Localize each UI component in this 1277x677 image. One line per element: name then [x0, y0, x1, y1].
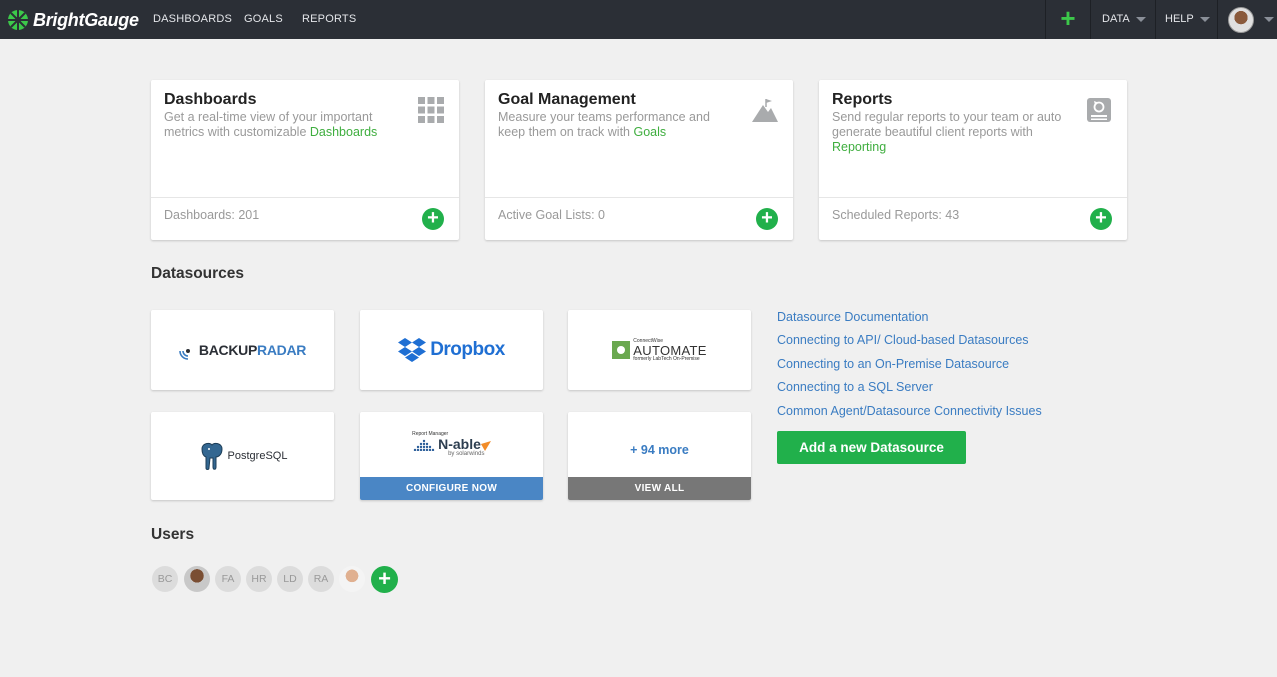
configure-now-button[interactable]: CONFIGURE NOW — [360, 477, 543, 500]
postgresql-text: PostgreSQL — [227, 450, 288, 462]
more-datasources: + 94 more — [568, 412, 751, 487]
dashboards-link[interactable]: Dashboards — [310, 125, 377, 139]
user-avatar-fa[interactable]: FA — [215, 566, 241, 592]
elephant-icon — [201, 442, 223, 470]
scheduled-reports-count: Scheduled Reports: 43 — [832, 208, 960, 222]
doc-link-on-premise[interactable]: Connecting to an On-Premise Datasource — [777, 357, 1009, 371]
backupradar-text-a: BACKUP — [198, 342, 258, 358]
chevron-down-icon — [1199, 16, 1210, 22]
card-footer: Dashboards: 201 + — [151, 197, 459, 240]
doc-link-documentation[interactable]: Datasource Documentation — [777, 310, 928, 324]
view-all-button[interactable]: VIEW ALL — [568, 477, 751, 500]
user-avatar-ra[interactable]: RA — [308, 566, 334, 592]
help-menu[interactable]: HELP — [1165, 0, 1210, 39]
dropbox-icon — [398, 338, 427, 362]
automate-small-bottom: formerly LabTech On-Premise — [633, 355, 700, 362]
dropbox-logo: Dropbox — [360, 310, 543, 390]
radar-icon — [179, 349, 190, 360]
add-plus-icon[interactable]: + — [1056, 5, 1080, 31]
card-title: Goal Management — [498, 91, 636, 108]
doc-link-sql-server[interactable]: Connecting to a SQL Server — [777, 380, 933, 394]
datasource-backupradar[interactable]: BACKUP RADAR — [151, 310, 334, 390]
chevron-down-icon — [1135, 16, 1146, 22]
add-dashboard-button[interactable]: + — [422, 208, 444, 230]
automate-logo: ConnectWise AUTOMATE formerly LabTech On… — [568, 310, 751, 390]
add-report-button[interactable]: + — [1090, 208, 1112, 230]
users-heading: Users — [151, 526, 195, 543]
data-menu-label: DATA — [1102, 13, 1130, 25]
user-avatar-ld[interactable]: LD — [277, 566, 303, 592]
chevron-down-icon[interactable] — [1264, 17, 1274, 22]
top-navbar: BrightGauge DASHBOARDS GOALS REPORTS + D… — [0, 0, 1277, 39]
datasource-dropbox[interactable]: Dropbox — [360, 310, 543, 390]
backupradar-logo: BACKUP RADAR — [151, 310, 334, 390]
card-description: Send regular reports to your team or aut… — [832, 110, 1062, 154]
backupradar-text-b: RADAR — [257, 342, 307, 358]
brand-logo[interactable]: BrightGauge — [7, 8, 139, 32]
card-description: Measure your teams performance and keep … — [498, 110, 710, 139]
data-menu[interactable]: DATA — [1102, 0, 1146, 39]
brand-name: BrightGauge — [33, 9, 139, 30]
automate-text: AUTOMATE — [633, 342, 707, 358]
user-avatar-photo[interactable] — [184, 566, 210, 592]
nav-goals[interactable]: GOALS — [244, 0, 283, 39]
goal-lists-count: Active Goal Lists: 0 — [498, 208, 605, 222]
report-icon — [1087, 98, 1111, 122]
card-description: Get a real-time view of your important m… — [164, 110, 378, 139]
datasources-heading: Datasources — [151, 265, 245, 282]
help-menu-label: HELP — [1165, 13, 1194, 25]
card-footer: Active Goal Lists: 0 + — [485, 197, 793, 240]
nable-small-bottom: by solarwinds — [448, 451, 485, 457]
nav-divider — [1217, 0, 1218, 39]
nable-triangle-icon — [413, 439, 435, 451]
datasource-postgresql[interactable]: PostgreSQL — [151, 412, 334, 500]
doc-link-connectivity-issues[interactable]: Common Agent/Datasource Connectivity Iss… — [777, 404, 1042, 418]
reporting-link[interactable]: Reporting — [832, 140, 886, 154]
connectwise-icon — [612, 341, 631, 359]
user-avatar-bc[interactable]: BC — [152, 566, 178, 592]
datasource-more[interactable]: + 94 more VIEW ALL — [568, 412, 751, 500]
user-avatar-photo[interactable] — [339, 566, 365, 592]
reports-card: Reports Send regular reports to your tea… — [819, 80, 1127, 240]
solarwinds-swoosh-icon — [480, 441, 491, 451]
brightgauge-logo-icon — [8, 10, 28, 30]
add-datasource-button[interactable]: Add a new Datasource — [777, 431, 966, 464]
postgresql-logo: PostgreSQL — [151, 412, 334, 500]
datasource-nable[interactable]: Report Manager N-able by solarwinds CONF… — [360, 412, 543, 500]
card-title: Dashboards — [164, 91, 257, 108]
nav-dashboards[interactable]: DASHBOARDS — [153, 0, 232, 39]
mountain-flag-icon — [752, 99, 778, 122]
nable-logo: Report Manager N-able by solarwinds — [360, 412, 543, 477]
nav-divider — [1045, 0, 1046, 39]
doc-link-api-cloud[interactable]: Connecting to API/ Cloud-based Datasourc… — [777, 333, 1029, 347]
nable-text: N-able — [438, 436, 481, 452]
dropbox-text: Dropbox — [430, 339, 505, 360]
dashboards-card: Dashboards Get a real-time view of your … — [151, 80, 459, 240]
datasource-automate[interactable]: ConnectWise AUTOMATE formerly LabTech On… — [568, 310, 751, 390]
add-user-button[interactable]: + — [371, 566, 398, 593]
goal-management-card: Goal Management Measure your teams perfo… — [485, 80, 793, 240]
more-count-text[interactable]: + 94 more — [630, 443, 689, 457]
user-avatar[interactable] — [1228, 7, 1254, 33]
nav-divider — [1155, 0, 1156, 39]
dashboards-count: Dashboards: 201 — [164, 208, 260, 222]
add-goal-button[interactable]: + — [756, 208, 778, 230]
grid-icon — [418, 97, 444, 123]
user-avatar-hr[interactable]: HR — [246, 566, 272, 592]
card-title: Reports — [832, 91, 893, 108]
goals-link[interactable]: Goals — [633, 125, 666, 139]
card-footer: Scheduled Reports: 43 + — [819, 197, 1127, 240]
nav-reports[interactable]: REPORTS — [302, 0, 356, 39]
nav-divider — [1090, 0, 1091, 39]
